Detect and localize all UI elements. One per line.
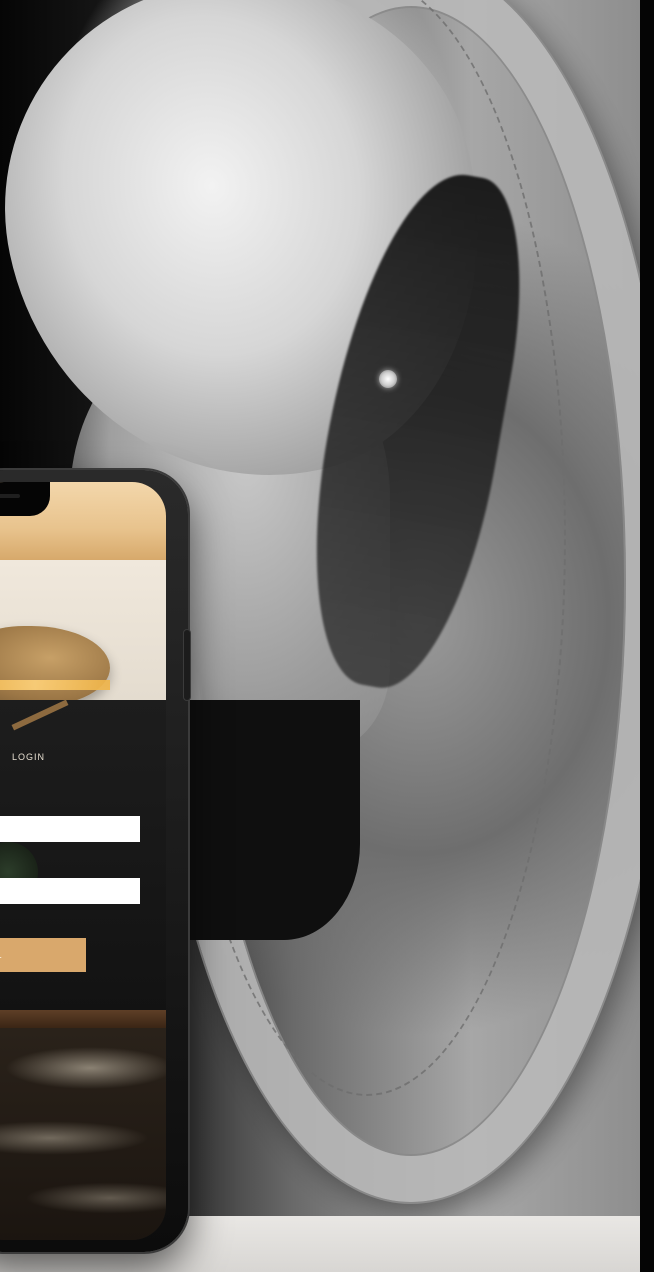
mirror-light-band xyxy=(0,680,110,690)
cancel-button[interactable]: CEL xyxy=(0,938,86,972)
password-field[interactable] xyxy=(0,878,140,904)
table-top xyxy=(0,1010,166,1028)
promo-scene: LOGIN CEL xyxy=(0,0,654,1272)
phone-notch xyxy=(0,482,50,516)
login-title: LOGIN xyxy=(12,752,46,762)
dark-garment xyxy=(170,700,360,940)
phone-mockup: LOGIN CEL xyxy=(0,470,188,1252)
phone-screen: LOGIN CEL xyxy=(0,482,166,1240)
speaker-grille xyxy=(0,494,20,498)
right-edge-strip xyxy=(640,0,654,1272)
phone-side-button xyxy=(184,630,190,700)
marble-rug xyxy=(0,1028,166,1240)
username-field[interactable] xyxy=(0,816,140,842)
earring xyxy=(379,370,397,388)
